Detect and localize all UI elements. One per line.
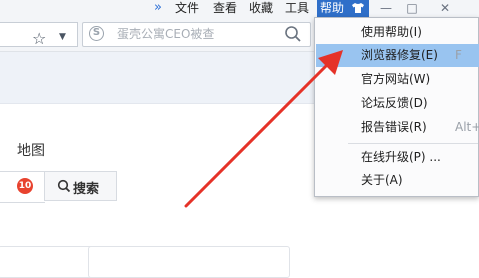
notification-badge[interactable]: 10 bbox=[17, 178, 33, 194]
menu-bar: » 文件 查看 收藏 工具 帮助 — □ ✕ bbox=[0, 0, 479, 17]
favorite-star-icon[interactable]: ☆ bbox=[32, 30, 46, 48]
search-icon bbox=[57, 179, 71, 193]
menu-item-shortcut: F bbox=[455, 48, 462, 62]
menu-item-label: 报告错误(R) bbox=[361, 120, 427, 134]
search-icon[interactable] bbox=[284, 25, 302, 43]
menu-item-about[interactable]: 关于(A) bbox=[316, 169, 479, 192]
menu-favorites[interactable]: 收藏 bbox=[249, 0, 273, 17]
chevron-down-icon[interactable]: ▼ bbox=[59, 32, 66, 42]
menu-tools[interactable]: 工具 bbox=[285, 0, 309, 17]
menu-file[interactable]: 文件 bbox=[175, 0, 199, 17]
menu-divider bbox=[348, 143, 478, 144]
menu-item-official-site[interactable]: 官方网站(W) bbox=[316, 68, 479, 91]
menu-item-label: 论坛反馈(D) bbox=[361, 96, 428, 110]
search-button-label: 搜索 bbox=[73, 182, 100, 197]
address-bar[interactable]: ☆ ▼ bbox=[0, 22, 78, 48]
menu-item-label: 官方网站(W) bbox=[361, 72, 431, 86]
search-engine-icon[interactable]: S bbox=[89, 26, 104, 41]
minimize-icon[interactable]: — bbox=[375, 0, 397, 17]
close-icon[interactable]: ✕ bbox=[434, 0, 456, 17]
menu-item-label: 浏览器修复(E) bbox=[361, 48, 438, 62]
maximize-icon[interactable]: □ bbox=[401, 0, 423, 17]
menu-item-report-error[interactable]: 报告错误(R) Alt+ bbox=[316, 116, 479, 139]
menu-item-forum-feedback[interactable]: 论坛反馈(D) bbox=[316, 92, 479, 115]
map-link[interactable]: 地图 bbox=[17, 140, 45, 160]
menu-view[interactable]: 查看 bbox=[213, 0, 237, 17]
menu-item-label: 关于(A) bbox=[361, 173, 403, 187]
search-input[interactable]: S 蛋壳公寓CEO被查 bbox=[82, 22, 311, 47]
help-menu-dropdown: 使用帮助(I) 浏览器修复(E) F 官方网站(W) 论坛反馈(D) 报告错误(… bbox=[314, 17, 479, 197]
menu-item-label: 在线升级(P) ... bbox=[361, 150, 441, 164]
skin-icon[interactable] bbox=[347, 0, 369, 17]
content-card[interactable] bbox=[88, 246, 290, 278]
search-button[interactable]: 搜索 bbox=[44, 171, 117, 201]
more-chevron-icon[interactable]: » bbox=[154, 0, 162, 16]
shirt-icon bbox=[352, 3, 364, 13]
menu-item-shortcut: Alt+ bbox=[455, 120, 479, 134]
menu-help[interactable]: 帮助 bbox=[317, 0, 348, 17]
menu-item-browser-repair[interactable]: 浏览器修复(E) F bbox=[316, 44, 479, 67]
menu-item-label: 使用帮助(I) bbox=[361, 25, 422, 39]
menu-item-online-upgrade[interactable]: 在线升级(P) ... bbox=[316, 146, 479, 169]
search-placeholder: 蛋壳公寓CEO被查 bbox=[117, 27, 215, 41]
menu-item-usage-help[interactable]: 使用帮助(I) bbox=[316, 21, 479, 44]
